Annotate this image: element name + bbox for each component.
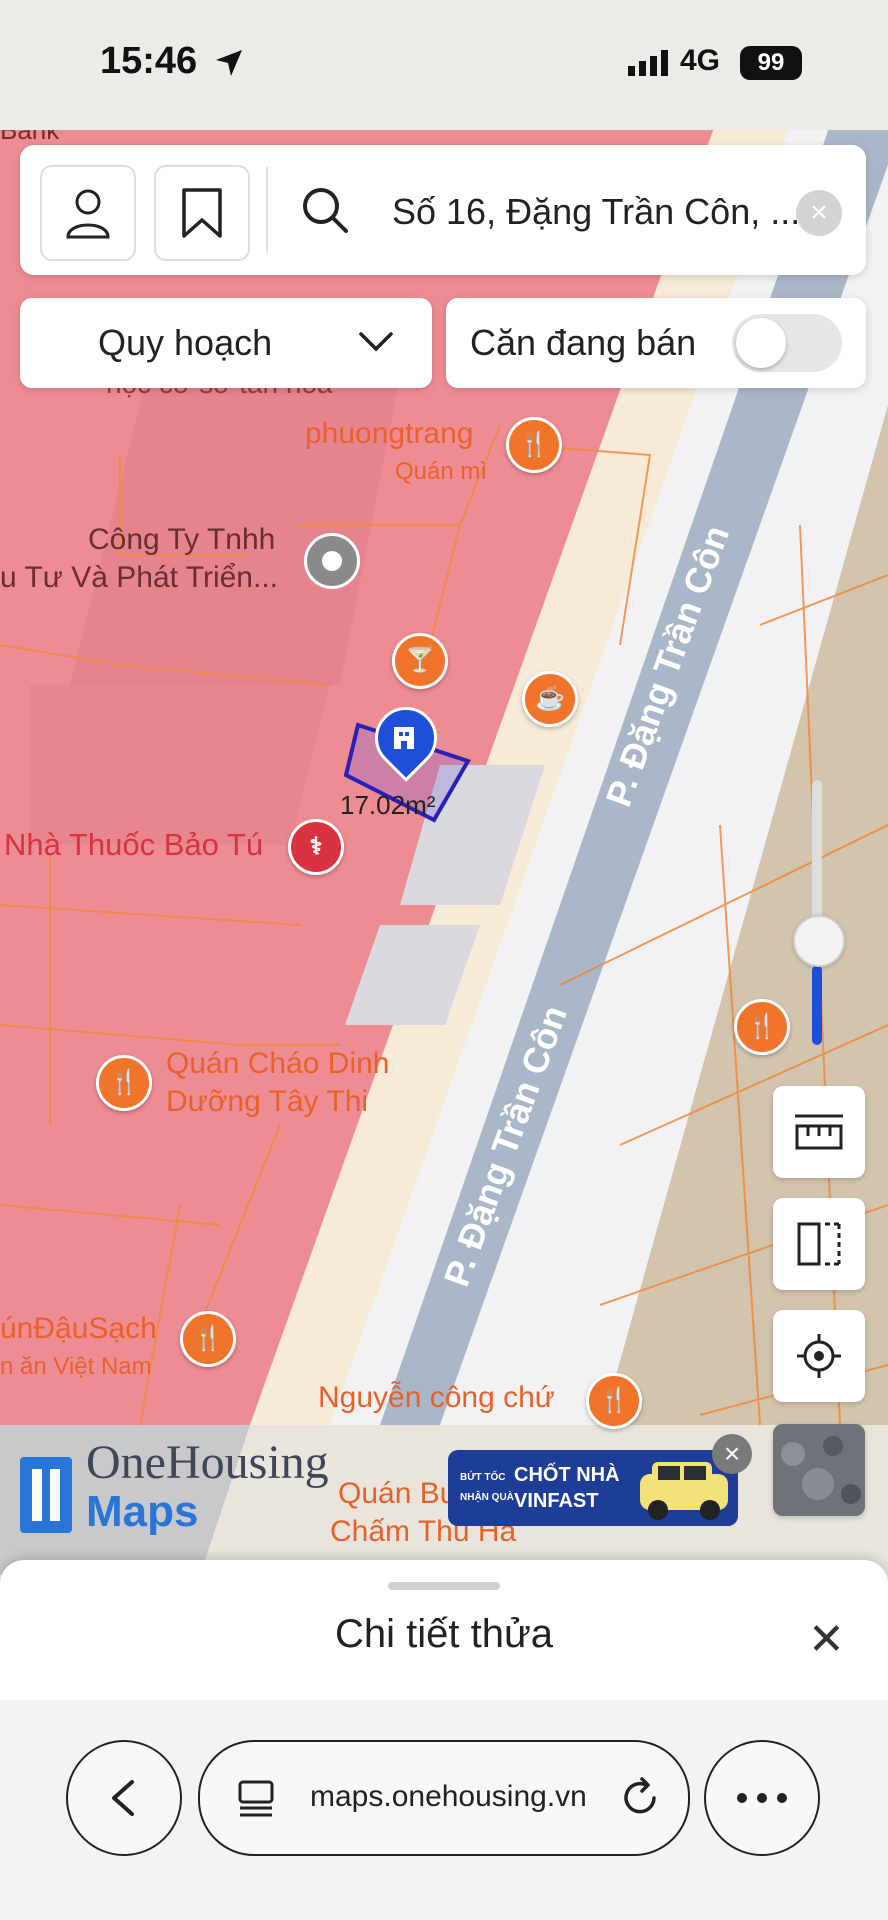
restaurant-poi-icon[interactable]: 🍴 xyxy=(96,1055,152,1111)
split-icon xyxy=(797,1222,841,1266)
tab-overview-icon xyxy=(238,1780,274,1817)
close-sheet-button[interactable]: ✕ xyxy=(808,1618,845,1662)
close-ad-button[interactable]: × xyxy=(712,1434,752,1474)
chevron-left-icon xyxy=(112,1780,134,1816)
bookmark-icon xyxy=(182,188,222,238)
banner-small-2: NHẬN QUÀ xyxy=(460,1492,514,1503)
restaurant-poi-icon[interactable]: 🍴 xyxy=(180,1311,236,1367)
saved-button[interactable] xyxy=(154,165,250,261)
pharmacy-poi-icon[interactable]: ⚕ xyxy=(288,819,344,875)
sheet-drag-handle[interactable] xyxy=(388,1582,500,1590)
map-label-nguyen: Nguyễn công chứ xyxy=(318,1381,555,1414)
search-icon xyxy=(303,188,348,233)
map-label-chao-1: Quán Cháo Dinh xyxy=(166,1047,390,1080)
onehousing-logo-icon xyxy=(20,1457,72,1533)
satellite-layer-button[interactable] xyxy=(773,1424,865,1516)
map-label-quan-mi: Quán mì xyxy=(395,458,488,485)
reload-icon[interactable] xyxy=(618,1776,662,1820)
split-view-button[interactable] xyxy=(773,1198,865,1290)
banner-big-2: VINFAST xyxy=(514,1490,599,1512)
bar-poi-icon[interactable]: 🍸 xyxy=(392,633,448,689)
for-sale-toggle-card: Căn đang bán xyxy=(446,298,866,388)
for-sale-label: Căn đang bán xyxy=(470,322,697,363)
status-bar: 15:46 4G 99 xyxy=(0,0,888,130)
restaurant-poi-icon[interactable]: 🍴 xyxy=(734,999,790,1055)
map-label-company-2: u Tư Và Phát Triển... xyxy=(0,561,278,594)
divider xyxy=(266,167,268,253)
chevron-down-icon xyxy=(359,332,393,352)
map-label-bun-1: Quán Bu xyxy=(338,1477,457,1510)
parcel-area-label: 17.02m² xyxy=(340,790,436,820)
battery-icon: 99 xyxy=(740,46,802,80)
satellite-thumbnail-icon xyxy=(773,1424,865,1516)
map-label-pharmacy: Nhà Thuốc Bảo Tú xyxy=(4,827,264,862)
onehousing-logo-text: OneHousing xyxy=(86,1436,329,1489)
map-label-bundau-2: n ăn Việt Nam xyxy=(0,1353,152,1380)
clear-search-button[interactable]: × xyxy=(796,190,842,236)
url-text: maps.onehousing.vn xyxy=(310,1780,587,1813)
building-icon xyxy=(394,727,414,749)
onehousing-logo-maps: Maps xyxy=(86,1487,199,1536)
zoom-slider-fill xyxy=(812,965,822,1045)
signal-icon xyxy=(628,50,668,76)
search-input[interactable]: Số 16, Đặng Trần Côn, ... xyxy=(392,191,800,233)
restaurant-poi-icon[interactable]: 🍴 xyxy=(506,417,562,473)
status-time: 15:46 xyxy=(100,40,198,82)
network-type: 4G xyxy=(680,44,721,77)
cafe-poi-icon[interactable]: ☕ xyxy=(522,671,578,727)
map-label-chao-2: Dưỡng Tây Thi xyxy=(166,1085,369,1118)
restaurant-poi-icon[interactable]: 🍴 xyxy=(586,1373,642,1429)
for-sale-toggle[interactable] xyxy=(732,314,842,372)
zoom-slider-handle[interactable] xyxy=(793,915,845,967)
vinfast-ad-banner[interactable]: BỨT TỐC NHẬN QUÀ CHỐT NHÀ VINFAST xyxy=(448,1450,738,1526)
profile-button[interactable] xyxy=(40,165,136,261)
measure-button[interactable] xyxy=(773,1086,865,1178)
crosshair-icon xyxy=(797,1334,841,1378)
place-poi-icon[interactable] xyxy=(304,533,360,589)
map-label-bundau-1: únĐậuSạch xyxy=(0,1312,157,1345)
address-bar[interactable]: maps.onehousing.vn xyxy=(198,1740,690,1856)
map-label-phuongtrang: phuongtrang xyxy=(305,417,474,450)
more-options-button[interactable] xyxy=(704,1740,820,1856)
banner-big-1: CHỐT NHÀ xyxy=(514,1464,620,1486)
my-location-button[interactable] xyxy=(773,1310,865,1402)
search-bar-card: Số 16, Đặng Trần Côn, ... xyxy=(20,145,866,275)
planning-dropdown-label: Quy hoạch xyxy=(98,322,273,363)
banner-small-1: BỨT TỐC xyxy=(460,1472,506,1483)
ellipsis-icon xyxy=(737,1793,787,1803)
planning-dropdown[interactable]: Quy hoạch xyxy=(20,298,432,388)
map-label-company-1: Công Ty Tnhh xyxy=(88,523,276,556)
ruler-icon xyxy=(795,1114,843,1150)
back-button[interactable] xyxy=(66,1740,182,1856)
sheet-title: Chi tiết thửa xyxy=(335,1612,553,1656)
user-icon xyxy=(66,189,110,239)
location-arrow-icon xyxy=(216,50,242,76)
